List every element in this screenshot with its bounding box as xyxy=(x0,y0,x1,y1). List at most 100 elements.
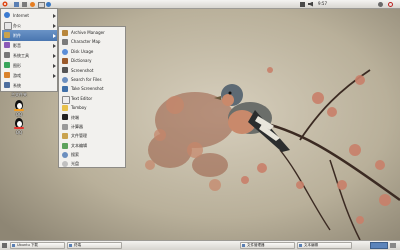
mail-launcher[interactable] xyxy=(38,1,45,8)
taskbar-button[interactable]: 终端 xyxy=(67,242,122,249)
system-menu-button[interactable] xyxy=(22,1,28,7)
cd-icon xyxy=(62,160,68,167)
submenu-item-terminal[interactable]: 终端 xyxy=(60,113,125,123)
volume-icon xyxy=(308,1,313,7)
power-icon xyxy=(388,1,393,7)
taskbar-button-label: 文件管理器 xyxy=(247,243,265,247)
menu-item-label: 系统 xyxy=(13,83,21,88)
search-icon xyxy=(62,76,68,83)
applications-menu-button[interactable] xyxy=(2,1,12,7)
taskbar-button-label: 文本编辑 xyxy=(304,243,318,247)
submenu-item-text-edit[interactable]: 文本编辑 xyxy=(60,141,125,151)
volume-control[interactable] xyxy=(308,1,314,7)
gear-icon xyxy=(22,1,27,7)
gear-icon xyxy=(4,52,10,58)
submenu-item-character-map[interactable]: Character Map xyxy=(60,37,125,47)
chevron-right-icon xyxy=(53,44,56,48)
submenu-item-label: Character Map xyxy=(71,39,101,45)
taskbar-button[interactable]: Ubuntu 下载 xyxy=(10,242,65,249)
top-panel: 9:57 xyxy=(0,0,400,9)
submenu-item-take-screenshot[interactable]: Take Screenshot xyxy=(60,84,125,94)
submenu-item-label: 计算器 xyxy=(71,124,83,129)
chevron-right-icon xyxy=(53,24,56,28)
mail-icon xyxy=(38,1,45,8)
submenu-item-label: 文本编辑 xyxy=(71,142,87,148)
submenu-item-label: Disk Usage xyxy=(71,48,94,54)
firefox-icon xyxy=(30,1,35,7)
trash-icon[interactable] xyxy=(390,243,396,248)
document-icon xyxy=(4,22,12,30)
network-status[interactable] xyxy=(300,1,306,7)
shutdown-button[interactable] xyxy=(388,1,396,7)
search-icon xyxy=(62,151,68,158)
computer-icon xyxy=(4,82,10,88)
submenu-item-dictionary[interactable]: Dictionary xyxy=(60,56,125,66)
desktop-icon-label: 主文件夹 xyxy=(11,92,27,97)
help-icon xyxy=(46,1,51,7)
desktop-icon-qq-2[interactable]: QQ xyxy=(2,118,36,136)
game-icon xyxy=(4,72,10,78)
submenu-item-disk-usage[interactable]: Disk Usage xyxy=(60,47,125,57)
workspace-switcher[interactable] xyxy=(370,242,388,249)
calculator-icon xyxy=(62,123,68,130)
dictionary-icon xyxy=(62,57,68,64)
submenu-item-calculator[interactable]: 计算器 xyxy=(60,122,125,132)
folder-icon xyxy=(14,1,19,7)
browser-launcher[interactable] xyxy=(30,1,36,7)
camera-icon xyxy=(62,67,68,74)
taskbar-button-label: 终端 xyxy=(74,243,81,247)
media-icon xyxy=(4,42,10,48)
submenu-item-archive-manager[interactable]: Archive Manager xyxy=(60,28,125,38)
terminal-icon xyxy=(62,114,68,121)
applications-menu: Internet 办公 附件 影音 系统工具 图形 游戏 系统 xyxy=(0,8,58,92)
screenshot-icon xyxy=(62,86,68,93)
chevron-right-icon xyxy=(53,74,56,78)
file-manager-icon xyxy=(62,133,68,140)
submenu-item-cd[interactable]: 光盘 xyxy=(60,159,125,169)
submenu-item-label: 文件管理 xyxy=(71,133,87,139)
chevron-right-icon xyxy=(53,54,56,58)
edit-icon xyxy=(62,142,68,149)
chevron-right-icon xyxy=(53,34,56,38)
disk-icon xyxy=(62,48,68,55)
accessories-submenu: Archive Manager Character Map Disk Usage… xyxy=(58,26,126,168)
submenu-item-label: Screenshot xyxy=(71,67,94,73)
desktop-icon-label: QQ xyxy=(15,112,23,117)
folder-icon xyxy=(4,32,10,38)
clock-text: 9:57 xyxy=(318,1,327,6)
submenu-item-label: Text Editor xyxy=(71,95,93,101)
taskbar-button[interactable]: 文本编辑 xyxy=(297,242,352,249)
taskbar-button-label: Ubuntu 下载 xyxy=(17,243,38,247)
submenu-item-file-manager[interactable]: 文件管理 xyxy=(60,131,125,141)
notes-icon xyxy=(62,104,68,111)
submenu-item-text-editor[interactable]: Text Editor xyxy=(60,94,125,104)
chevron-right-icon xyxy=(53,64,56,68)
submenu-item-label: Dictionary xyxy=(71,58,92,64)
show-desktop-icon[interactable] xyxy=(2,243,7,248)
window-icon xyxy=(69,244,72,247)
submenu-item-tomboy[interactable]: Tomboy xyxy=(60,103,125,113)
submenu-item-search-files[interactable]: Search for Files xyxy=(60,75,125,85)
chevron-right-icon xyxy=(53,14,56,18)
places-menu-button[interactable] xyxy=(14,1,20,7)
archive-icon xyxy=(62,29,68,36)
submenu-item-label: Tomboy xyxy=(71,105,87,111)
qq-penguin-icon xyxy=(14,118,24,129)
image-icon xyxy=(4,62,10,68)
user-menu[interactable] xyxy=(378,1,384,7)
submenu-item-screenshot[interactable]: Screenshot xyxy=(60,66,125,76)
window-icon xyxy=(242,244,245,247)
desktop-icon-qq[interactable]: QQ xyxy=(2,100,36,118)
network-icon xyxy=(300,1,305,7)
bottom-panel: Ubuntu 下载 终端 文件管理器 文本编辑 xyxy=(0,240,400,250)
ubuntu-logo-icon xyxy=(2,1,8,7)
help-launcher[interactable] xyxy=(46,1,52,7)
taskbar-button[interactable]: 文件管理器 xyxy=(240,242,295,249)
submenu-item-label: Archive Manager xyxy=(71,30,105,35)
character-map-icon xyxy=(62,39,68,46)
clock[interactable]: 9:57 xyxy=(318,1,338,7)
menu-item-system[interactable]: 系统 xyxy=(2,80,57,91)
desktop-icon-label: QQ xyxy=(15,130,23,135)
qq-penguin-icon xyxy=(14,100,24,111)
submenu-item-label: Take Screenshot xyxy=(71,86,104,92)
